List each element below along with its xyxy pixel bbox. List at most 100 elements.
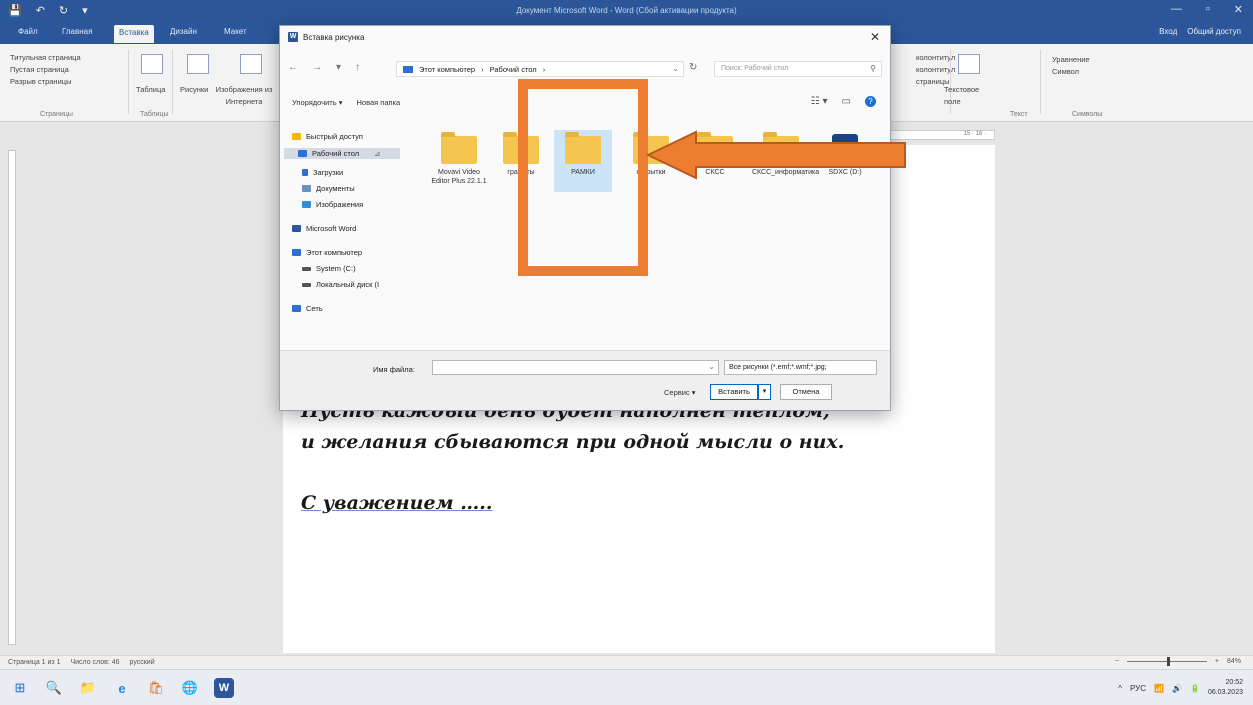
zoom-in-icon[interactable]: +	[1215, 658, 1219, 665]
nav-item-label: Этот компьютер	[306, 248, 363, 257]
table-button-label[interactable]: Таблица	[136, 84, 165, 96]
zoom-out-icon[interactable]: −	[1115, 658, 1119, 665]
search-icon: ⚲	[870, 64, 876, 73]
nav-downloads[interactable]: Загрузки	[302, 168, 343, 177]
zoom-level[interactable]: 84%	[1227, 658, 1241, 665]
tab-home[interactable]: Главная	[62, 27, 92, 36]
edge-icon[interactable]: e	[112, 678, 132, 698]
help-icon[interactable]: ?	[865, 96, 876, 107]
sign-in-link[interactable]: Вход	[1159, 27, 1177, 36]
clock-time: 20:52	[1225, 679, 1243, 686]
textbox-icon[interactable]	[958, 54, 980, 74]
minimize-icon[interactable]: —	[1171, 3, 1182, 16]
file-explorer-icon[interactable]: 📁	[78, 678, 98, 698]
start-icon[interactable]: ⊞	[10, 678, 30, 698]
desktop-icon	[298, 150, 307, 157]
breadcrumb-desktop[interactable]: Рабочий стол	[490, 65, 537, 74]
ruler-numbers: 15 · 16 ·	[963, 131, 986, 137]
cover-page-button[interactable]: Титульная страница	[10, 52, 81, 64]
tray-overflow-icon[interactable]: ^	[1118, 684, 1122, 693]
folder-item[interactable]: Movavi Video Editor Plus 22.1.1	[430, 130, 488, 186]
textbox-button-label[interactable]: Текстовое поле	[944, 84, 986, 108]
filename-label: Имя файла:	[373, 365, 415, 374]
document-text-line[interactable]: и желания сбываются при одной мысли о ни…	[301, 431, 844, 453]
pictures-button-label[interactable]: Рисунки	[180, 84, 208, 96]
tab-layout[interactable]: Макет	[224, 27, 247, 36]
word-count[interactable]: Число слов: 46	[70, 659, 119, 666]
view-options-icon[interactable]: ☷ ▾	[811, 96, 828, 107]
equation-button[interactable]: Уравнение	[1052, 54, 1090, 66]
organize-button[interactable]: Упорядочить ▾	[292, 98, 342, 107]
search-icon[interactable]: 🔍	[44, 678, 64, 698]
dialog-title: Вставка рисунка	[303, 32, 365, 42]
new-folder-button[interactable]: Новая папка	[356, 98, 400, 107]
volume-icon[interactable]: 🔊	[1172, 684, 1182, 693]
nav-item-label: Рабочий стол	[312, 149, 360, 158]
filename-field[interactable]: ⌄	[432, 360, 719, 375]
store-icon[interactable]: 🛍	[146, 678, 166, 698]
nav-local-disk[interactable]: Локальный диск (I	[302, 280, 379, 289]
drive-icon	[302, 266, 311, 271]
tab-file[interactable]: Файл	[18, 27, 38, 36]
ribbon-separator	[172, 50, 173, 114]
table-icon[interactable]	[141, 54, 163, 74]
nav-system-c[interactable]: System (C:)	[302, 264, 356, 273]
keyboard-layout[interactable]: РУС	[1130, 684, 1146, 693]
online-pictures-label[interactable]: Изображения из Интернета	[214, 84, 274, 108]
recent-locations-icon[interactable]: ▾	[336, 62, 341, 73]
nav-pictures[interactable]: Изображения	[302, 200, 363, 209]
preview-pane-icon[interactable]: ▭	[842, 96, 851, 107]
tab-insert[interactable]: Вставка	[114, 25, 154, 43]
tab-design[interactable]: Дизайн	[170, 27, 197, 36]
pages-group: Титульная страница Пустая страница Разры…	[10, 52, 81, 88]
symbols-group-label: Символы	[1072, 111, 1103, 118]
page-count[interactable]: Страница 1 из 1	[8, 659, 60, 666]
cancel-button[interactable]: Отмена	[780, 384, 832, 400]
file-type-select[interactable]: Все рисунки (*.emf;*.wmf;*.jpg;	[724, 360, 877, 375]
nav-network[interactable]: Сеть	[292, 304, 323, 313]
symbol-button[interactable]: Символ	[1052, 66, 1090, 78]
close-window-icon[interactable]: ✕	[1234, 3, 1243, 16]
account-area: Вход Общий доступ	[1159, 27, 1241, 36]
nav-documents[interactable]: Документы	[302, 184, 355, 193]
file-name: Movavi Video Editor Plus 22.1.1	[431, 169, 487, 185]
ribbon-separator	[1040, 50, 1041, 114]
online-pictures-icon[interactable]	[240, 54, 262, 74]
nav-quick-access[interactable]: Быстрый доступ	[292, 132, 363, 141]
share-button[interactable]: Общий доступ	[1187, 27, 1241, 36]
chevron-down-icon[interactable]: ⌄	[672, 64, 679, 73]
clock[interactable]: 20:52 06.03.2023	[1208, 678, 1243, 698]
nav-microsoft-word[interactable]: Microsoft Word	[292, 224, 356, 233]
search-input[interactable]: Поиск: Рабочий стол ⚲	[714, 61, 882, 77]
nav-item-label: System (C:)	[316, 264, 356, 273]
document-text-line[interactable]: С уважением …..	[301, 492, 492, 514]
refresh-icon[interactable]: ↻	[689, 62, 697, 73]
nav-this-pc[interactable]: Этот компьютер	[292, 248, 362, 257]
search-placeholder: Поиск: Рабочий стол	[721, 65, 789, 72]
forward-icon[interactable]: →	[312, 62, 322, 73]
nav-buttons: ← → ▾ ↑	[288, 62, 360, 73]
back-icon[interactable]: ←	[288, 62, 298, 73]
wifi-icon[interactable]: 📶	[1154, 684, 1164, 693]
address-bar[interactable]: Этот компьютер › Рабочий стол › ⌄	[396, 61, 684, 77]
battery-icon[interactable]: 🔋	[1190, 684, 1200, 693]
zoom-slider[interactable]	[1126, 657, 1207, 666]
insert-button[interactable]: Вставить	[710, 384, 758, 400]
nav-desktop[interactable]: Рабочий стол ⊿	[284, 148, 401, 159]
close-icon[interactable]: ✕	[870, 30, 880, 44]
chrome-icon[interactable]: 🌐	[180, 678, 200, 698]
nav-item-label: Локальный диск (I	[316, 280, 380, 289]
chevron-down-icon[interactable]: ⌄	[708, 362, 715, 371]
vertical-ruler	[8, 150, 16, 645]
highlight-box	[518, 79, 648, 276]
maximize-icon[interactable]: ▫	[1206, 3, 1210, 16]
language-indicator[interactable]: русский	[130, 659, 155, 666]
up-icon[interactable]: ↑	[355, 62, 360, 73]
tools-menu[interactable]: Сервис ▾	[664, 388, 696, 397]
blank-page-button[interactable]: Пустая страница	[10, 64, 81, 76]
insert-options-chevron-icon[interactable]: ▾	[758, 384, 771, 400]
pictures-icon[interactable]	[187, 54, 209, 74]
page-break-button[interactable]: Разрыв страницы	[10, 76, 81, 88]
breadcrumb-this-pc[interactable]: Этот компьютер	[419, 65, 475, 74]
word-app-icon[interactable]: W	[214, 678, 234, 698]
